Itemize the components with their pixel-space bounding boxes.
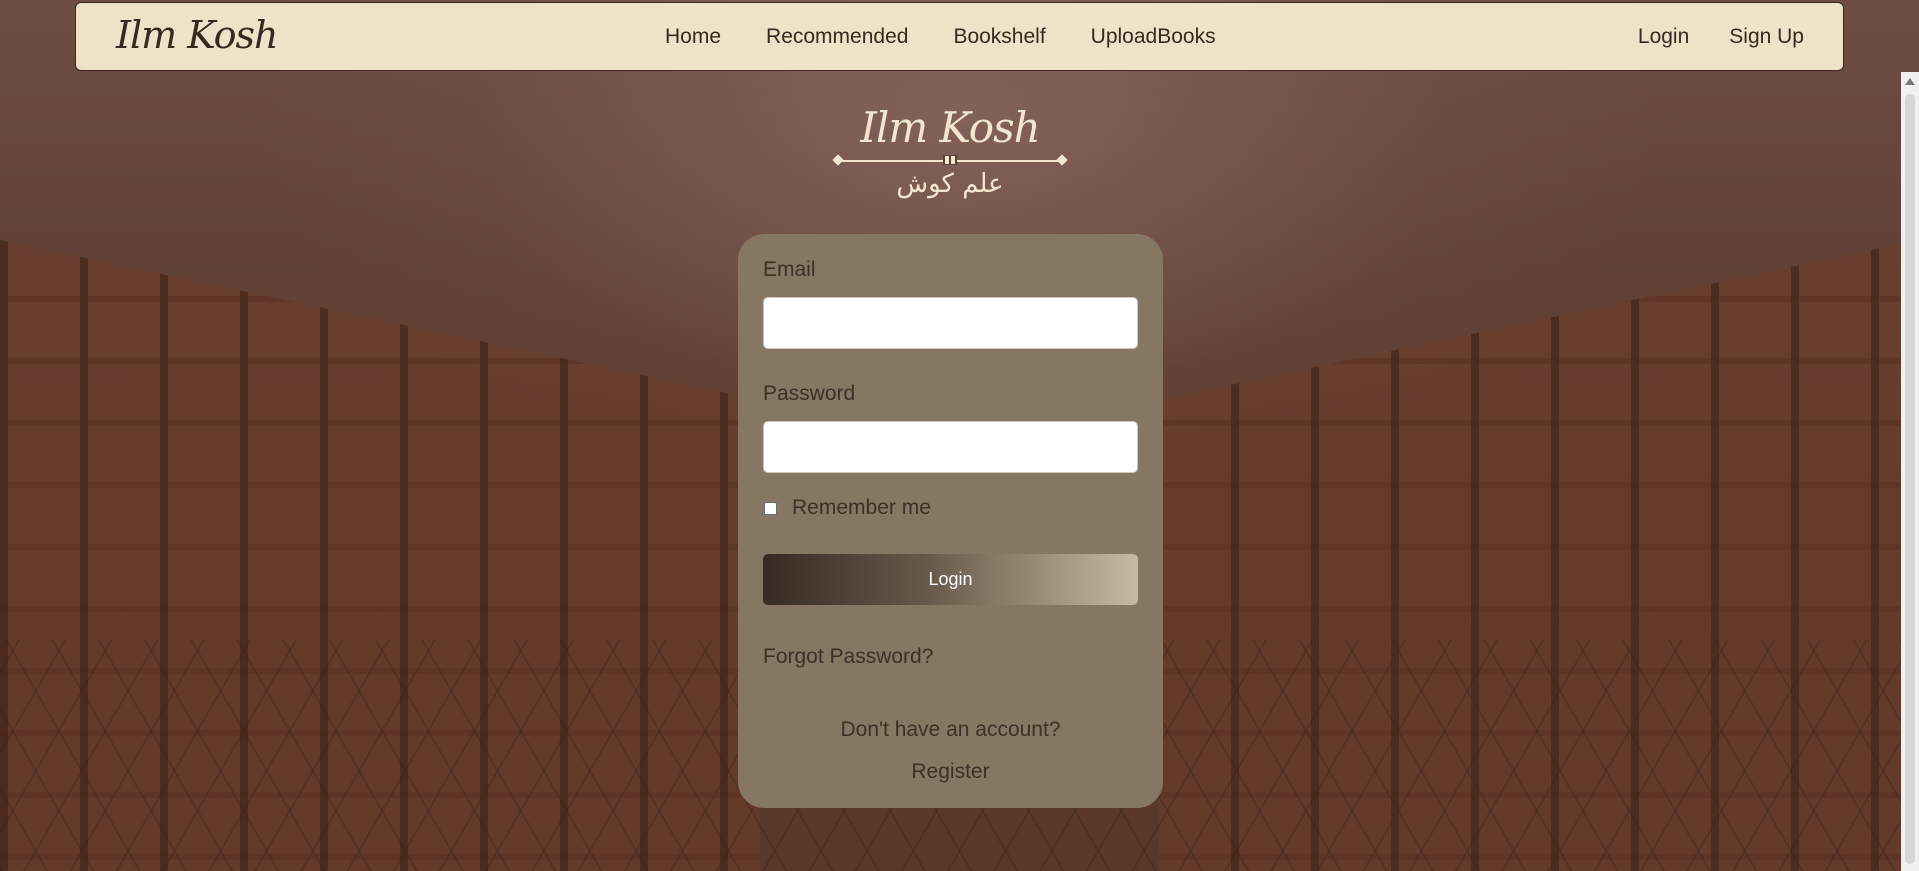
password-label: Password (763, 382, 856, 405)
scrollbar-thumb[interactable] (1905, 94, 1915, 864)
nav-link-recommended[interactable]: Recommended (766, 25, 908, 49)
site-emblem: Ilm Kosh علم کوش (830, 103, 1070, 203)
email-field[interactable] (763, 297, 1138, 349)
login-card: Email Password Remember me Login Forgot … (738, 234, 1163, 808)
nav-links: Home Recommended Bookshelf UploadBooks (665, 25, 1216, 49)
auth-links: Login Sign Up (1638, 25, 1804, 49)
book-icon (943, 155, 957, 165)
nav-link-home[interactable]: Home (665, 25, 721, 49)
brand-logo[interactable]: Ilm Kosh (116, 13, 278, 57)
password-field[interactable] (763, 421, 1138, 473)
email-label: Email (763, 258, 816, 281)
emblem-urdu-title: علم کوش (896, 169, 1004, 199)
top-navbar: Ilm Kosh Home Recommended Bookshelf Uplo… (75, 2, 1844, 71)
login-button[interactable]: Login (763, 554, 1138, 605)
nav-signup-link[interactable]: Sign Up (1729, 25, 1804, 49)
emblem-divider (832, 154, 1068, 167)
remember-me-label[interactable]: Remember me (792, 496, 931, 520)
no-account-text: Don't have an account? (840, 718, 1061, 741)
nav-link-bookshelf[interactable]: Bookshelf (953, 25, 1045, 49)
diamond-icon (1056, 154, 1068, 166)
emblem-title: Ilm Kosh (860, 103, 1040, 152)
remember-me-checkbox[interactable] (764, 501, 777, 515)
scroll-up-arrow-icon[interactable] (1905, 78, 1915, 85)
vertical-scrollbar[interactable] (1901, 72, 1919, 871)
page: Ilm Kosh Home Recommended Bookshelf Uplo… (0, 0, 1919, 871)
diamond-icon (832, 154, 844, 166)
forgot-password-link[interactable]: Forgot Password? (763, 645, 1138, 671)
nav-link-uploadbooks[interactable]: UploadBooks (1091, 25, 1216, 49)
nav-login-link[interactable]: Login (1638, 25, 1689, 49)
remember-me-row: Remember me (763, 495, 1138, 521)
register-link[interactable]: Register (763, 760, 1138, 786)
